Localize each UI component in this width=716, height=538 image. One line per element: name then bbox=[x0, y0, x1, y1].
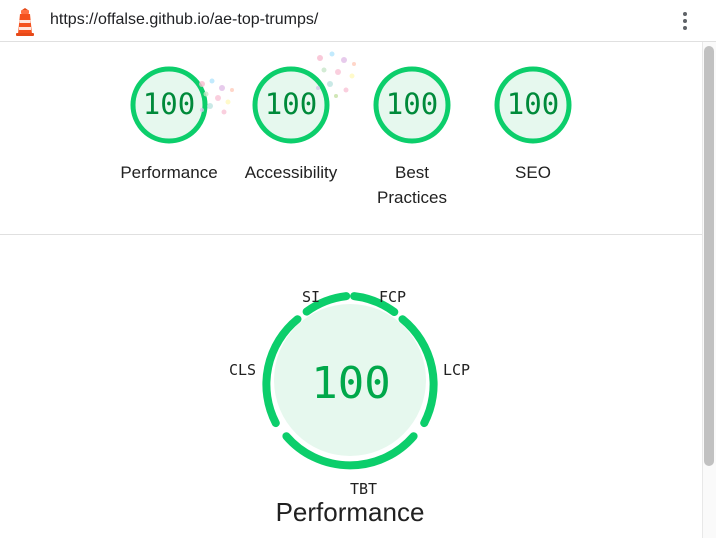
gauge-label: SEO bbox=[515, 163, 551, 182]
url-text[interactable]: https://offalse.github.io/ae-top-trumps/ bbox=[50, 11, 318, 29]
performance-title: Performance bbox=[275, 497, 425, 527]
metric-cls-label[interactable]: CLS bbox=[229, 361, 256, 379]
confetti-decoration bbox=[199, 78, 234, 115]
gauge-label: Accessibility bbox=[244, 163, 338, 182]
gauge-label: Performance bbox=[120, 163, 218, 182]
scrollbar-thumb[interactable] bbox=[704, 46, 714, 466]
metric-tbt-label[interactable]: TBT bbox=[350, 480, 377, 498]
section-divider bbox=[0, 234, 702, 235]
confetti-decoration bbox=[316, 51, 356, 98]
metric-fcp-label[interactable]: FCP bbox=[379, 288, 406, 306]
performance-score: 100 bbox=[311, 358, 391, 409]
gauge-score: 100 bbox=[506, 87, 560, 121]
lighthouse-icon bbox=[16, 8, 34, 36]
kebab-menu-icon[interactable] bbox=[676, 9, 694, 33]
metric-si-label[interactable]: SI bbox=[302, 288, 320, 306]
gauge-label: Best Practices bbox=[377, 163, 447, 207]
gauge-score: 100 bbox=[385, 87, 439, 121]
lighthouse-report-window: https://offalse.github.io/ae-top-trumps/… bbox=[0, 0, 716, 538]
metric-lcp-label[interactable]: LCP bbox=[443, 361, 470, 379]
address-bar: https://offalse.github.io/ae-top-trumps/ bbox=[0, 0, 716, 42]
